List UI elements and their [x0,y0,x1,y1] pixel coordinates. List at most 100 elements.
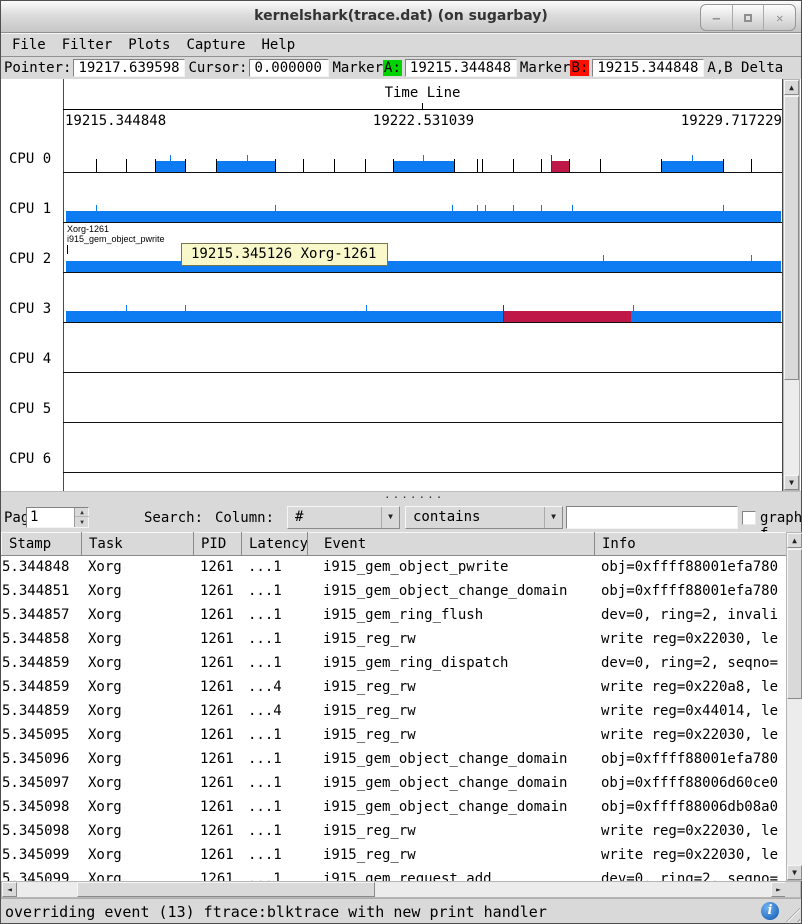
table-scroll-up-icon[interactable]: ▲ [787,533,802,548]
table-cell: 1261 [193,747,241,771]
task-bar[interactable] [216,161,275,172]
table-cell: write reg=0x22030, le [594,723,786,747]
table-row[interactable]: 5.344851Xorg1261...1i915_gem_object_chan… [1,579,786,603]
table-row[interactable]: 5.345098Xorg1261...1i915_gem_object_chan… [1,795,786,819]
event-tick [126,159,127,172]
table-row[interactable]: 5.345098Xorg1261...1i915_reg_rwwrite reg… [1,819,786,843]
column-header-pid[interactable]: PID [194,533,242,556]
marker-a-value: 19215.344848 [405,59,517,77]
scroll-right-icon[interactable]: ► [771,882,786,897]
table-scroll-down-icon[interactable]: ▼ [787,865,802,880]
event-tick [477,205,478,222]
event-tick [393,159,394,172]
task-bar[interactable] [66,261,781,272]
pane-splitter[interactable]: ······· [1,491,801,504]
cpu-row-0[interactable]: CPU 0 [1,123,784,173]
splitter-handle-icon[interactable]: ······· [384,493,428,502]
menu-plots[interactable]: Plots [120,35,178,55]
menu-file[interactable]: File [4,35,54,55]
table-cell: 5.344859 [1,699,81,723]
table-cell: dev=0, ring=2, seqno= [594,867,786,881]
search-input[interactable] [566,506,738,529]
table-cell: 1261 [193,867,241,881]
title-bar[interactable]: kernelshark(trace.dat) (on sugarbay) – ✕ [1,1,801,33]
menu-capture[interactable]: Capture [178,35,253,55]
graph-follows-checkbox[interactable] [742,511,756,525]
table-cell: Xorg [81,747,193,771]
kernelshark-window: kernelshark(trace.dat) (on sugarbay) – ✕… [0,0,802,924]
spin-up-icon[interactable]: ▲ [75,508,89,517]
table-cell: 5.345095 [1,723,81,747]
column-select-value: # [295,509,303,525]
cursor-label: Cursor: [185,60,249,76]
table-cell: write reg=0x44014, le [594,699,786,723]
column-header-task[interactable]: Task [82,533,194,556]
column-header-latency[interactable]: Latency [242,533,308,556]
task-bar[interactable] [66,311,781,322]
h-scroll-thumb[interactable] [77,882,375,897]
task-bar[interactable] [66,211,781,222]
maximize-button[interactable] [732,5,764,30]
table-cell: ...1 [241,603,307,627]
event-tick [541,205,542,222]
table-cell: 1261 [193,699,241,723]
column-select[interactable]: # ▼ [287,506,400,529]
event-tick [275,205,276,222]
table-row[interactable]: 5.344858Xorg1261...1i915_reg_rwwrite reg… [1,627,786,651]
table-row[interactable]: 5.345099Xorg1261...1i915_reg_rwwrite reg… [1,843,786,867]
spin-down-icon[interactable]: ▼ [75,518,89,527]
table-cell: ...1 [241,579,307,603]
table-cell: 5.344848 [1,555,81,579]
graph-scrollbar[interactable]: ▲ ▼ [783,79,800,491]
table-cell: i915_reg_rw [307,675,594,699]
cpu-row-6[interactable]: CPU 6 [1,423,784,473]
table-cell: ...1 [241,843,307,867]
table-cell: i915_gem_request_add [307,867,594,881]
column-header-stamp[interactable]: Stamp [2,533,82,556]
scroll-left-icon[interactable]: ◄ [2,882,17,897]
table-scroll-thumb[interactable] [787,549,802,699]
table-row[interactable]: 5.344859Xorg1261...4i915_reg_rwwrite reg… [1,675,786,699]
cpu-row-4[interactable]: CPU 4 [1,323,784,373]
table-row[interactable]: 5.345099Xorg1261...1i915_gem_request_add… [1,867,786,881]
table-row[interactable]: 5.344857Xorg1261...1i915_gem_ring_flushd… [1,603,786,627]
resize-grip-icon[interactable] [785,907,800,922]
graph-scroll-thumb[interactable] [784,96,799,380]
column-header-info[interactable]: Info [595,533,787,556]
table-row[interactable]: 5.344859Xorg1261...1i915_gem_ring_dispat… [1,651,786,675]
page-spinner[interactable]: 1 ▲ ▼ [26,507,89,528]
table-cell: 1261 [193,579,241,603]
table-cell: 5.345098 [1,819,81,843]
table-cell: 5.344858 [1,627,81,651]
event-tick [216,159,217,172]
table-row[interactable]: 5.344859Xorg1261...4i915_reg_rwwrite reg… [1,699,786,723]
column-header-event[interactable]: Event [308,533,595,556]
menu-help[interactable]: Help [253,35,303,55]
close-button[interactable]: ✕ [763,5,795,30]
info-icon[interactable]: i [761,902,779,920]
cpu-row-5[interactable]: CPU 5 [1,373,784,423]
table-row[interactable]: 5.345097Xorg1261...1i915_gem_object_chan… [1,771,786,795]
table-cell: 1261 [193,771,241,795]
table-scrollbar[interactable]: ▲ ▼ [786,532,802,881]
table-row[interactable]: 5.345096Xorg1261...1i915_gem_object_chan… [1,747,786,771]
match-select[interactable]: contains ▼ [405,506,563,529]
graph-scroll-down-icon[interactable]: ▼ [784,475,799,490]
cpu-row-3[interactable]: CPU 3 [1,273,784,323]
menu-filter[interactable]: Filter [54,35,121,55]
timeline-panel[interactable]: Time Line 19215.344848 19222.531039 1922… [1,79,801,491]
cpu-label-2: CPU 2 [9,251,51,267]
cpu-row-1[interactable]: CPU 1 [1,173,784,223]
table-cell: 5.345099 [1,843,81,867]
graph-scroll-up-icon[interactable]: ▲ [784,80,799,95]
table-h-scrollbar[interactable]: ◄ ► [1,881,801,898]
minimize-button[interactable]: – [701,5,732,30]
event-tick [96,205,97,222]
cpu-row-2[interactable]: CPU 2 [1,223,784,273]
task-bar[interactable] [551,161,569,172]
table-cell: 1261 [193,627,241,651]
table-row[interactable]: 5.345095Xorg1261...1i915_reg_rwwrite reg… [1,723,786,747]
task-bar[interactable] [503,311,631,322]
timeline-title: Time Line [63,85,782,101]
table-row[interactable]: 5.344848Xorg1261...1i915_gem_object_pwri… [1,555,786,579]
